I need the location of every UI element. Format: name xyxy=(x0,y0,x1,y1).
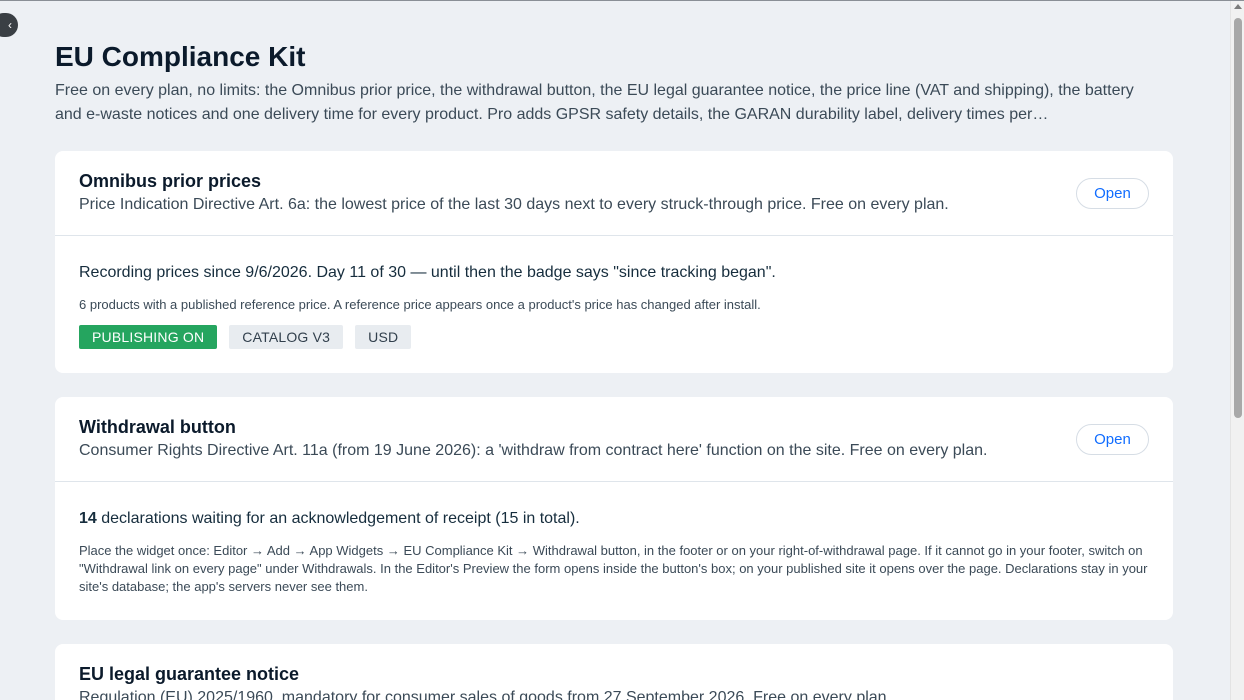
withdrawal-card-title: Withdrawal button xyxy=(79,417,236,437)
omnibus-open-button[interactable]: Open xyxy=(1076,178,1149,209)
omnibus-note-text: 6 products with a published reference pr… xyxy=(79,297,761,312)
scrollbar-thumb[interactable] xyxy=(1234,18,1242,418)
guarantee-card-subtitle: Regulation (EU) 2025/1960, mandatory for… xyxy=(79,689,892,700)
scrollbar[interactable] xyxy=(1230,1,1244,700)
omnibus-card-title: Omnibus prior prices xyxy=(79,171,262,191)
omnibus-card-body: Recording prices since 9/6/2026. Day 11 … xyxy=(55,236,1173,373)
chevron-left-icon: ‹ xyxy=(8,18,12,32)
currency-badge: USD xyxy=(355,325,412,349)
guarantee-card: EU legal guarantee notice Regulation (EU… xyxy=(55,644,1173,700)
page-description: Free on every plan, no limits: the Omnib… xyxy=(55,82,1134,123)
guarantee-card-header: EU legal guarantee notice Regulation (EU… xyxy=(55,644,1173,700)
omnibus-card-subtitle: Price Indication Directive Art. 6a: the … xyxy=(79,196,949,213)
pending-declarations-count: 14 xyxy=(79,510,97,527)
withdrawal-note-text: Place the widget once: Editor → Add → Ap… xyxy=(79,543,1148,594)
withdrawal-status-rest: declarations waiting for an acknowledgem… xyxy=(96,510,580,527)
withdrawal-card: Withdrawal button Consumer Rights Direct… xyxy=(55,397,1173,620)
withdrawal-status-text: 14 declarations waiting for an acknowled… xyxy=(79,508,1149,530)
withdrawal-card-body: 14 declarations waiting for an acknowled… xyxy=(55,482,1173,620)
omnibus-card-header: Omnibus prior prices Price Indication Di… xyxy=(55,151,1173,236)
omnibus-badges: PUBLISHING ON CATALOG V3 USD xyxy=(79,325,1149,349)
withdrawal-card-header: Withdrawal button Consumer Rights Direct… xyxy=(55,397,1173,482)
withdrawal-card-subtitle: Consumer Rights Directive Art. 11a (from… xyxy=(79,442,988,459)
withdrawal-open-button[interactable]: Open xyxy=(1076,424,1149,455)
omnibus-status-text: Recording prices since 9/6/2026. Day 11 … xyxy=(79,264,776,281)
publishing-status-badge: PUBLISHING ON xyxy=(79,325,218,349)
guarantee-card-title: EU legal guarantee notice xyxy=(79,664,300,684)
catalog-version-badge: CATALOG V3 xyxy=(229,325,344,349)
main-content: EU Compliance Kit Free on every plan, no… xyxy=(55,1,1173,700)
scroll-up-arrow-icon[interactable] xyxy=(1234,4,1242,9)
page-title: EU Compliance Kit xyxy=(55,41,306,72)
omnibus-card: Omnibus prior prices Price Indication Di… xyxy=(55,151,1173,373)
sidebar-collapse-button[interactable]: ‹ xyxy=(0,13,18,37)
